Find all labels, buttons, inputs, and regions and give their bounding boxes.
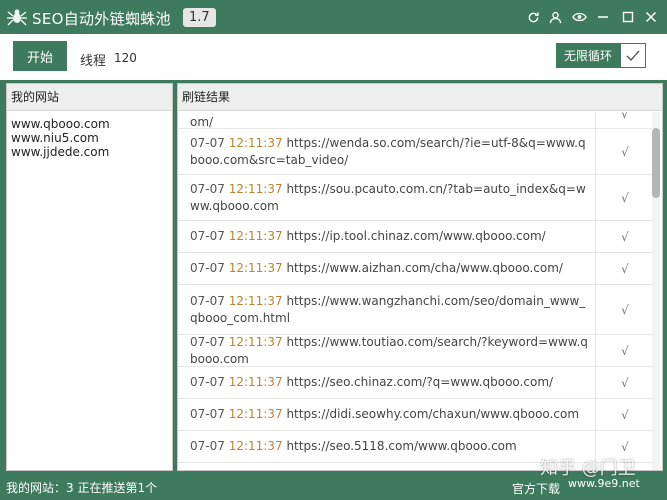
- result-date: 07-07: [190, 407, 225, 421]
- result-status: √: [621, 190, 629, 205]
- results-rows: 07-07 12:11:37 https://baidurank.aizhan.…: [178, 112, 652, 463]
- official-download-link[interactable]: 官方下载: [512, 480, 560, 497]
- result-time: 12:11:37: [228, 375, 283, 389]
- result-date: 07-07: [190, 375, 225, 389]
- my-sites-header: 我的网站: [7, 84, 172, 111]
- result-status: √: [621, 439, 629, 454]
- list-item[interactable]: www.niu5.com: [11, 131, 168, 145]
- watermark-url: www.9e9.net: [568, 477, 640, 490]
- eye-icon[interactable]: [569, 7, 589, 27]
- app-title: SEO自动外链蜘蛛池: [32, 10, 171, 28]
- column-divider: [595, 129, 596, 174]
- infinite-loop-button[interactable]: 无限循环: [556, 43, 620, 68]
- threads-input[interactable]: 120: [114, 51, 137, 65]
- result-status: √: [621, 343, 629, 358]
- checkmark-icon: [626, 50, 640, 61]
- result-text: 07-07 12:11:37 https://baidurank.aizhan.…: [178, 112, 588, 131]
- column-divider: [595, 175, 596, 220]
- result-time: 12:11:37: [228, 181, 283, 196]
- list-item[interactable]: www.jjdede.com: [11, 145, 168, 159]
- column-divider: [595, 399, 596, 430]
- column-divider: [595, 367, 596, 398]
- result-url[interactable]: https://didi.seowhy.com/chaxun/www.qbooo…: [286, 407, 579, 421]
- result-text: 07-07 12:11:37 https://didi.seowhy.com/c…: [178, 406, 588, 423]
- result-text: 07-07 12:11:37 https://www.wangzhanchi.c…: [178, 293, 588, 327]
- column-divider: [595, 253, 596, 284]
- infinite-loop-checkbox[interactable]: [620, 43, 646, 68]
- result-date: 07-07: [190, 293, 225, 308]
- result-text: 07-07 12:11:37 https://seo.5118.com/www.…: [178, 438, 588, 455]
- site-list[interactable]: www.qbooo.com www.niu5.com www.jjdede.co…: [7, 111, 172, 165]
- result-url[interactable]: https://seo.chinaz.com/?q=www.qbooo.com/: [286, 375, 553, 389]
- result-status: √: [621, 375, 629, 390]
- list-item[interactable]: www.qbooo.com: [11, 117, 168, 131]
- result-status: √: [621, 261, 629, 276]
- table-row[interactable]: 07-07 12:11:37 https://seo.chinaz.com/?q…: [178, 367, 652, 399]
- result-date: 07-07: [190, 181, 225, 196]
- column-divider: [595, 335, 596, 366]
- toolbar: 开始 线程 120 无限循环: [0, 34, 667, 80]
- maximize-icon[interactable]: [618, 7, 638, 27]
- column-divider: [595, 112, 596, 128]
- result-text: 07-07 12:11:37 https://seo.chinaz.com/?q…: [178, 374, 588, 391]
- result-status: √: [621, 229, 629, 244]
- spider-icon: [7, 9, 27, 26]
- result-time: 12:11:37: [228, 229, 283, 243]
- version-badge: 1.7: [183, 8, 216, 27]
- results-scrollbar[interactable]: [652, 112, 660, 470]
- result-text: 07-07 12:11:37 https://www.aizhan.com/ch…: [178, 260, 588, 277]
- results-list[interactable]: 07-07 12:11:37 https://baidurank.aizhan.…: [178, 112, 652, 470]
- title-bar[interactable]: SEO自动外链蜘蛛池 1.7: [0, 0, 667, 34]
- start-button[interactable]: 开始: [13, 41, 67, 71]
- result-time: 12:11:37: [228, 439, 283, 453]
- result-status: √: [621, 144, 629, 159]
- result-url[interactable]: https://seo.5118.com/www.qbooo.com: [286, 439, 516, 453]
- result-text: 07-07 12:11:37 https://ip.tool.chinaz.co…: [178, 228, 588, 245]
- result-time: 12:11:37: [228, 407, 283, 421]
- result-date: 07-07: [190, 439, 225, 453]
- scroll-thumb[interactable]: [652, 128, 660, 198]
- result-status: √: [621, 407, 629, 422]
- table-row[interactable]: 07-07 12:11:37 https://sou.pcauto.com.cn…: [178, 175, 652, 221]
- result-text: 07-07 12:11:37 https://wenda.so.com/sear…: [178, 135, 588, 169]
- table-row[interactable]: 07-07 12:11:37 https://www.wangzhanchi.c…: [178, 285, 652, 335]
- result-text: 07-07 12:11:37 https://sou.pcauto.com.cn…: [178, 181, 588, 215]
- table-row[interactable]: 07-07 12:11:37 https://www.aizhan.com/ch…: [178, 253, 652, 285]
- result-url[interactable]: https://ip.tool.chinaz.com/www.qbooo.com…: [286, 229, 545, 243]
- result-time: 12:11:37: [228, 293, 283, 308]
- results-header: 刷链结果: [178, 84, 662, 111]
- result-date: 07-07: [190, 229, 225, 243]
- result-url[interactable]: https://baidurank.aizhan.com/baidu/www.q…: [190, 112, 584, 129]
- result-date: 07-07: [190, 135, 225, 150]
- result-date: 07-07: [190, 334, 225, 349]
- result-url[interactable]: https://www.aizhan.com/cha/www.qbooo.com…: [286, 261, 563, 275]
- result-time: 12:11:37: [228, 135, 283, 150]
- table-row[interactable]: 07-07 12:11:37 https://didi.seowhy.com/c…: [178, 399, 652, 431]
- results-panel: 刷链结果 07-07 12:11:37 https://baidurank.ai…: [177, 83, 663, 471]
- minimize-icon[interactable]: [593, 7, 613, 27]
- status-text: 我的网站：3 正在推送第1个: [6, 481, 158, 495]
- refresh-icon[interactable]: [523, 7, 543, 27]
- column-divider: [595, 285, 596, 334]
- result-date: 07-07: [190, 261, 225, 275]
- my-sites-panel: 我的网站 www.qbooo.com www.niu5.com www.jjde…: [6, 83, 173, 471]
- user-icon[interactable]: [545, 7, 565, 27]
- close-icon[interactable]: [641, 7, 661, 27]
- result-text: 07-07 12:11:37 https://www.toutiao.com/s…: [178, 334, 588, 368]
- table-row[interactable]: 07-07 12:11:37 https://www.toutiao.com/s…: [178, 335, 652, 367]
- table-row[interactable]: 07-07 12:11:37 https://ip.tool.chinaz.co…: [178, 221, 652, 253]
- result-status: √: [621, 112, 629, 121]
- threads-label: 线程: [80, 54, 107, 69]
- table-row[interactable]: 07-07 12:11:37 https://baidurank.aizhan.…: [178, 112, 652, 129]
- result-time: 12:11:37: [228, 261, 283, 275]
- column-divider: [595, 221, 596, 252]
- app-window: SEO自动外链蜘蛛池 1.7 开始 线程 120 无限循环 我的网站 www.q…: [0, 0, 667, 500]
- result-status: √: [621, 302, 629, 317]
- table-row[interactable]: 07-07 12:11:37 https://wenda.so.com/sear…: [178, 129, 652, 175]
- result-time: 12:11:37: [228, 334, 283, 349]
